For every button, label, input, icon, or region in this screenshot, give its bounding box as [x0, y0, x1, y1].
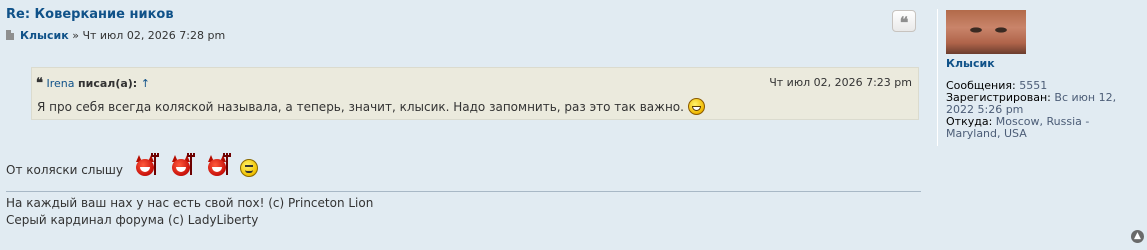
- post-body: От коляски слышу: [6, 153, 259, 177]
- grin-smiley-icon: [687, 98, 705, 115]
- quote-mark-icon: ❝: [36, 76, 43, 91]
- quote-author-link[interactable]: Irena: [47, 77, 75, 90]
- quote-header: ❝ Irena писал(а): ↑: [36, 76, 150, 91]
- quote-button[interactable]: ❝: [892, 10, 916, 32]
- profile-username[interactable]: Клысик: [946, 57, 995, 70]
- quote-block: ❝ Irena писал(а): ↑ Чт июл 02, 2026 7:23…: [31, 67, 919, 120]
- quote-body-text: Я про себя всегда коляской называла, а т…: [37, 100, 684, 114]
- post-author-link[interactable]: Клысик: [20, 29, 69, 42]
- profile-details: Сообщения: 5551 Зарегистрирован: Вс июн …: [946, 80, 1142, 140]
- back-to-top-icon[interactable]: ▲: [1131, 230, 1144, 243]
- forum-post: Re: Коверкание ников Клысик » Чт июл 02,…: [0, 0, 1147, 250]
- signature-line-1: На каждый ваш нах у нас есть свой пох! (…: [6, 196, 374, 210]
- post-author-line: Клысик » Чт июл 02, 2026 7:28 pm: [6, 29, 225, 42]
- signature-line-2: Серый кардинал форума (с) LadyLiberty: [6, 213, 259, 227]
- quote-wrote-label: писал(а):: [78, 77, 138, 90]
- devil-smiley-icon: [131, 153, 159, 177]
- avatar[interactable]: [946, 10, 1026, 54]
- signature-divider: [6, 191, 921, 192]
- profile-divider: [937, 9, 938, 146]
- quote-date: Чт июл 02, 2026 7:23 pm: [769, 76, 912, 89]
- quote-jump-arrow[interactable]: ↑: [141, 77, 150, 90]
- post-file-icon[interactable]: [6, 30, 14, 40]
- quote-icon: ❝: [899, 13, 909, 32]
- quote-text: Я про себя всегда коляской называла, а т…: [37, 98, 705, 115]
- smirk-smiley-icon: [240, 159, 259, 177]
- author-separator: »: [72, 29, 79, 42]
- devil-smiley-icon: [167, 153, 195, 177]
- signature: На каждый ваш нах у нас есть свой пох! (…: [6, 195, 373, 229]
- profile-registered: Зарегистрирован: Вс июн 12, 2022 5:26 pm: [946, 92, 1142, 116]
- profile-location: Откуда: Moscow, Russia - Maryland, USA: [946, 116, 1142, 140]
- devil-smiley-icon: [203, 153, 231, 177]
- post-title[interactable]: Re: Коверкание ников: [6, 7, 174, 22]
- post-body-text: От коляски слышу: [6, 163, 124, 177]
- post-datetime: Чт июл 02, 2026 7:28 pm: [82, 29, 226, 42]
